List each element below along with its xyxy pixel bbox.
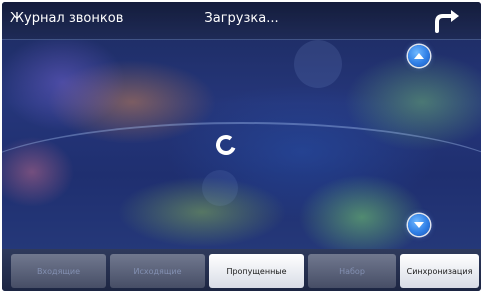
scroll-down-button[interactable] [408, 214, 430, 236]
tab-outgoing[interactable]: Исходящие [110, 254, 205, 288]
background-orb [202, 170, 238, 206]
header-bar: Журнал звонков Загрузка... [2, 2, 481, 40]
scroll-up-button[interactable] [408, 45, 430, 67]
spinner-icon [214, 133, 238, 157]
back-arrow-icon [435, 10, 459, 33]
tab-missed[interactable]: Пропущенные [209, 254, 304, 288]
chevron-up-icon [414, 53, 424, 59]
back-button[interactable] [428, 8, 468, 34]
tab-incoming[interactable]: Входящие [11, 254, 106, 288]
chevron-down-icon [414, 222, 424, 228]
tab-sync[interactable]: Синхронизация [400, 254, 479, 288]
bottom-tab-bar: Входящие Исходящие Пропущенные Набор Син… [2, 249, 481, 291]
background-orb [294, 40, 342, 88]
tab-dial[interactable]: Набор [308, 254, 396, 288]
loading-status-text: Загрузка... [204, 11, 279, 26]
call-log-screen: Журнал звонков Загрузка... Входящие Исхо… [2, 2, 481, 291]
